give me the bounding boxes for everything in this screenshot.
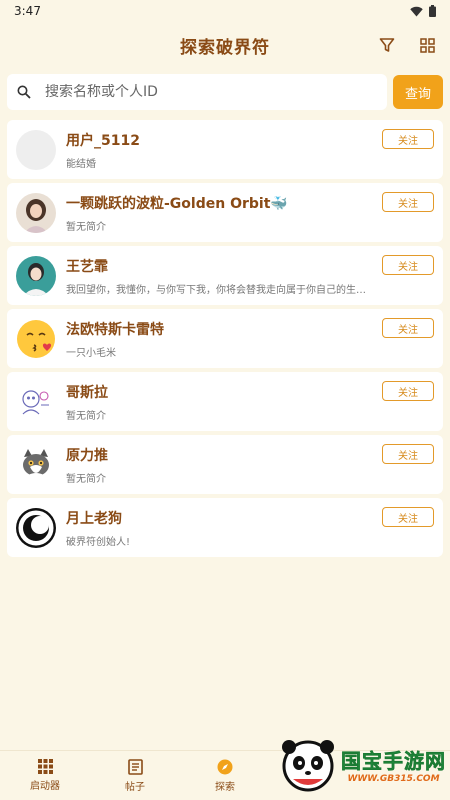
battery-icon bbox=[429, 5, 436, 17]
user-card[interactable]: 王艺霏 我回望你，我懂你，与你写下我，你将会替我走向属于你自己的生活，你与我同在… bbox=[7, 246, 443, 305]
user-card[interactable]: 一颗跳跃的波粒-Golden Orbit🐳 暂无简介 关注 bbox=[7, 183, 443, 242]
user-card[interactable]: 哥斯拉 暂无简介 关注 bbox=[7, 372, 443, 431]
query-button[interactable]: 查询 bbox=[393, 75, 443, 109]
user-name: 哥斯拉 bbox=[66, 384, 108, 401]
follow-button[interactable]: 关注 bbox=[382, 444, 434, 464]
search-box bbox=[7, 74, 387, 110]
watermark-url: WWW.GB315.COM bbox=[347, 773, 440, 784]
user-name: 一颗跳跃的波粒-Golden Orbit🐳 bbox=[66, 195, 288, 212]
nav-posts[interactable]: 帖子 bbox=[90, 751, 180, 800]
app-bar: 探索破界符 bbox=[0, 22, 450, 68]
user-name: 法欧特斯卡雷特 bbox=[66, 321, 164, 338]
search-row: 查询 bbox=[0, 68, 450, 112]
user-name: 月上老狗 bbox=[66, 510, 122, 527]
user-card[interactable]: 用户_5112 能结婚 关注 bbox=[7, 120, 443, 179]
avatar bbox=[16, 255, 56, 296]
panda-logo-icon bbox=[282, 740, 334, 792]
follow-button[interactable]: 关注 bbox=[382, 507, 434, 527]
page-title: 探索破界符 bbox=[180, 37, 270, 58]
user-bio: 暂无简介 bbox=[66, 473, 106, 485]
nav-label: 探索 bbox=[215, 781, 235, 793]
search-input[interactable] bbox=[45, 84, 377, 100]
cat-avatar bbox=[16, 444, 56, 485]
compass-icon bbox=[217, 759, 233, 774]
user-name: 用户_5112 bbox=[66, 132, 140, 149]
nav-label: 帖子 bbox=[125, 781, 145, 793]
grid-icon bbox=[37, 759, 53, 774]
user-bio: 暂无简介 bbox=[66, 410, 106, 422]
watermark: 国宝手游网 WWW.GB315.COM bbox=[250, 728, 450, 800]
follow-button[interactable]: 关注 bbox=[382, 318, 434, 338]
filter-icon[interactable] bbox=[376, 34, 398, 56]
status-time: 3:47 bbox=[14, 4, 41, 18]
watermark-title: 国宝手游网 bbox=[341, 748, 446, 773]
user-name: 原力推 bbox=[66, 447, 108, 464]
user-card[interactable]: 原力推 暂无简介 关注 bbox=[7, 435, 443, 494]
nav-label: 启动器 bbox=[30, 781, 60, 792]
nav-launcher[interactable]: 启动器 bbox=[0, 751, 90, 800]
avatar bbox=[16, 129, 56, 170]
follow-button[interactable]: 关注 bbox=[382, 255, 434, 275]
user-bio: 我回望你，我懂你，与你写下我，你将会替我走向属于你自己的生活，你与我同在。 bbox=[66, 284, 366, 296]
follow-button[interactable]: 关注 bbox=[382, 192, 434, 212]
grid-view-icon[interactable] bbox=[416, 34, 438, 56]
document-icon bbox=[127, 758, 143, 775]
status-icons bbox=[410, 5, 436, 17]
user-bio: 能结婚 bbox=[66, 158, 96, 170]
user-bio: 一只小毛米 bbox=[66, 347, 116, 359]
kiss-emoji-icon bbox=[16, 319, 56, 359]
status-bar: 3:47 bbox=[0, 0, 450, 22]
user-bio: 破界符创始人! bbox=[66, 536, 131, 548]
avatar bbox=[16, 381, 56, 422]
follow-button[interactable]: 关注 bbox=[382, 129, 434, 149]
user-bio: 暂无简介 bbox=[66, 221, 106, 233]
user-card[interactable]: 法欧特斯卡雷特 一只小毛米 关注 bbox=[7, 309, 443, 368]
wifi-icon bbox=[410, 6, 423, 16]
user-card[interactable]: 月上老狗 破界符创始人! 关注 bbox=[7, 498, 443, 557]
user-list: 用户_5112 能结婚 关注 一颗跳跃的波粒-Golden Orbit🐳 暂无简… bbox=[0, 112, 450, 557]
avatar bbox=[16, 192, 56, 233]
search-icon bbox=[17, 85, 31, 99]
user-name: 王艺霏 bbox=[66, 258, 108, 275]
follow-button[interactable]: 关注 bbox=[382, 381, 434, 401]
moon-logo-icon bbox=[16, 507, 56, 548]
